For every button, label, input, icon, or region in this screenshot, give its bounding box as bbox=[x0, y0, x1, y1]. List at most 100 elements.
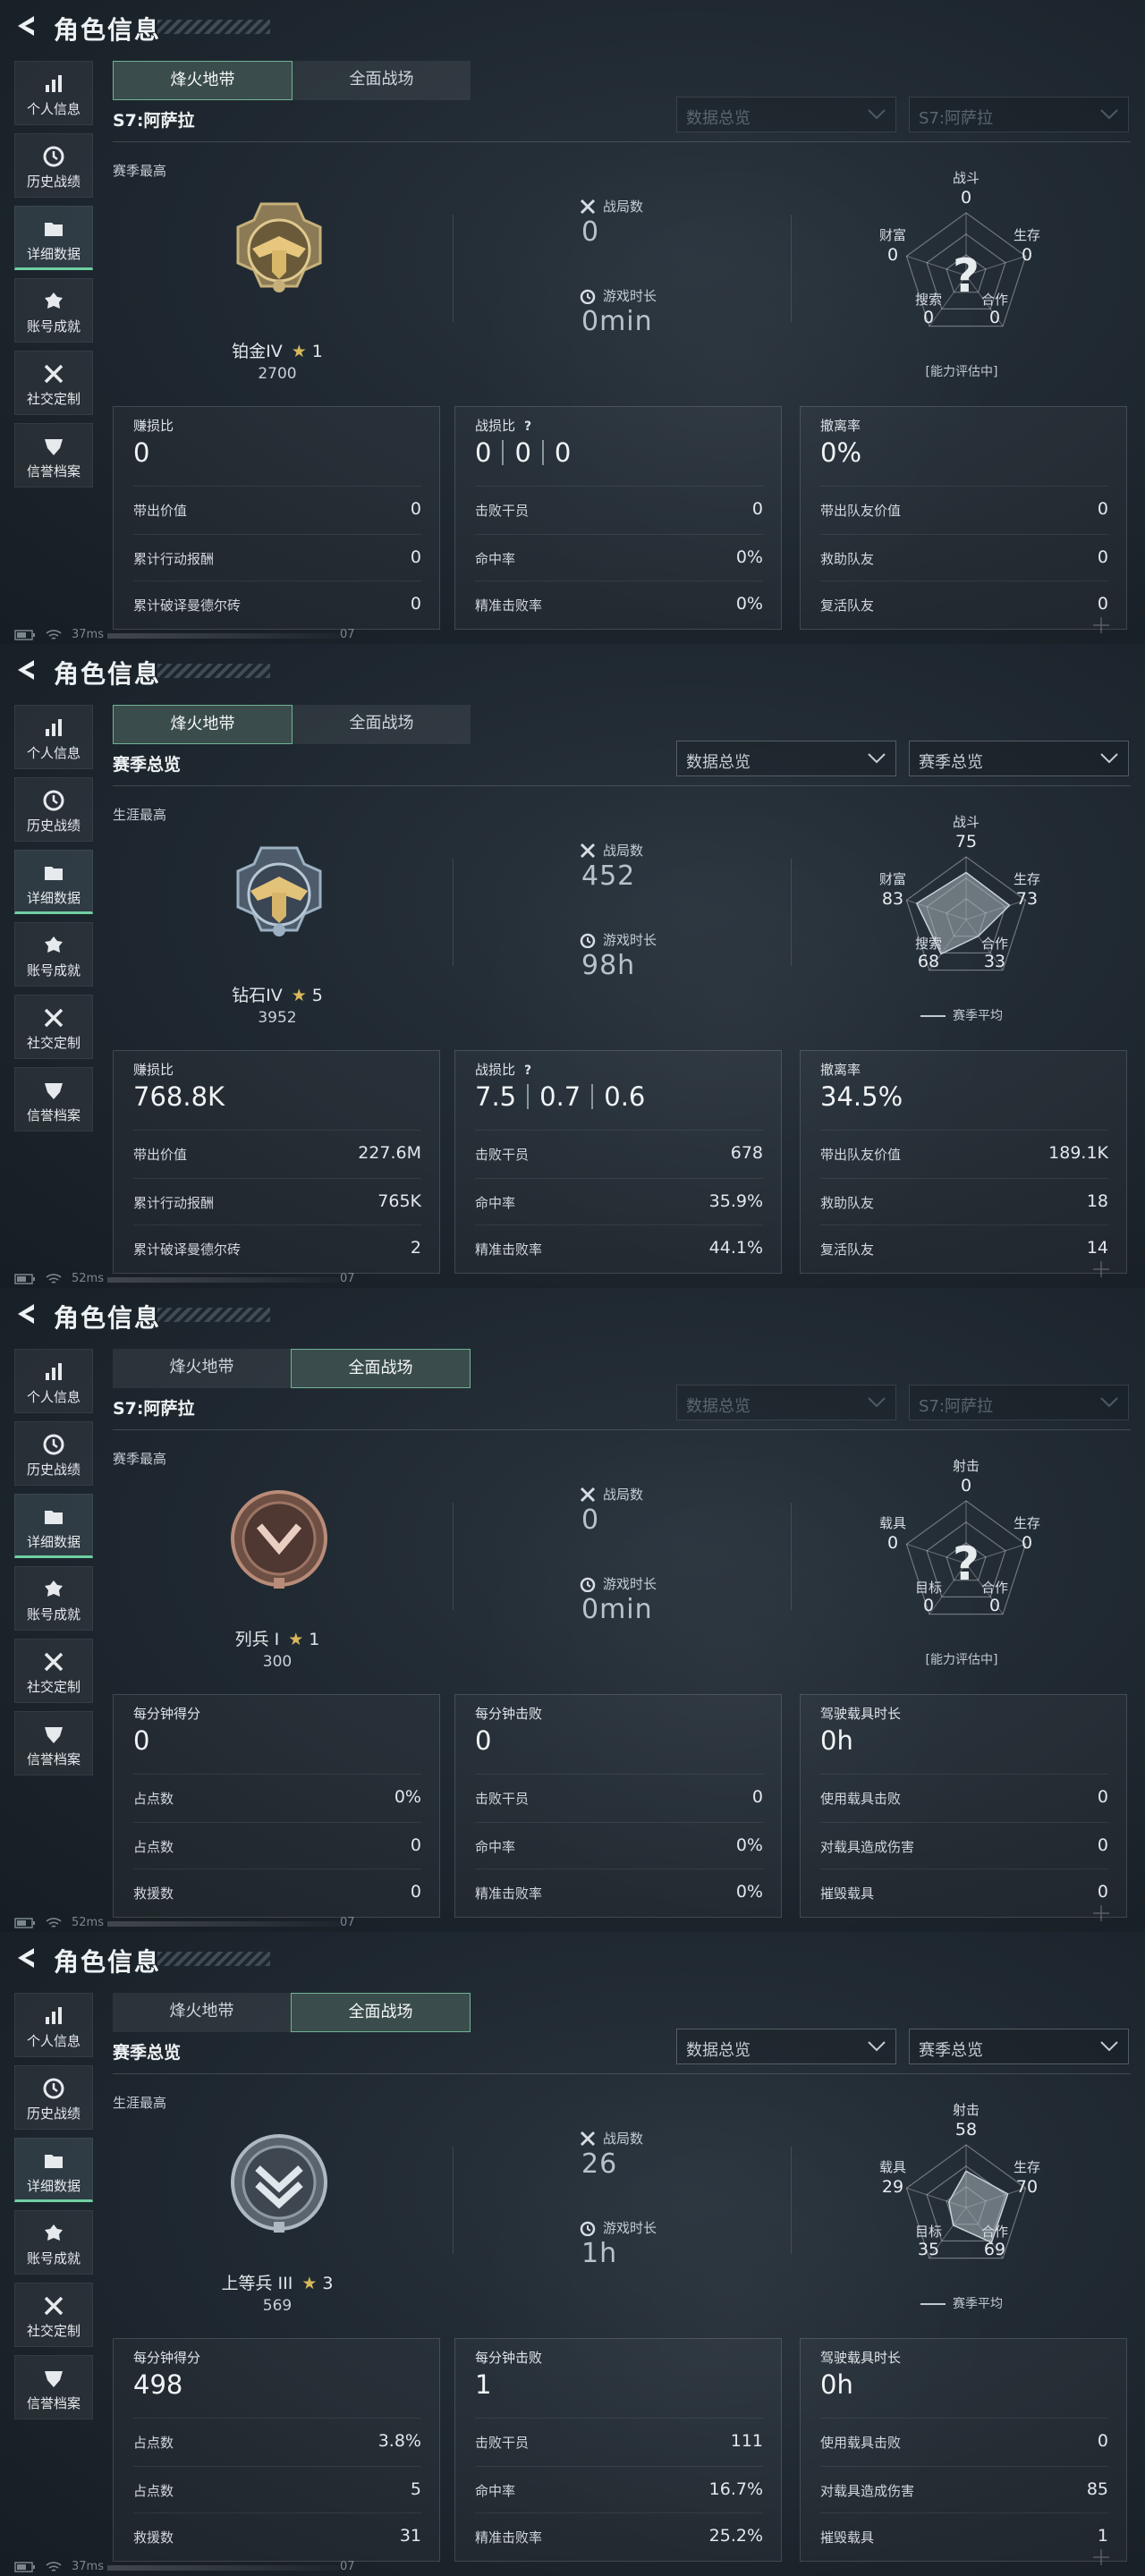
timer-icon bbox=[580, 289, 596, 304]
radar-status-note: [能力评估中] bbox=[925, 365, 998, 379]
sidebar-item-reputation[interactable]: 信誉档案 bbox=[14, 1067, 93, 1131]
stat-row-label: 使用载具击败 bbox=[820, 1791, 902, 1807]
data-type-dropdown[interactable]: 数据总览 bbox=[676, 1385, 896, 1420]
stat-row-label: 精准击败率 bbox=[475, 2529, 543, 2546]
help-icon[interactable]: ? bbox=[524, 1063, 531, 1078]
sidebar-item-label: 个人信息 bbox=[26, 1389, 81, 1405]
sidebar: 个人信息 历史战绩 详细数据 账号成就 社交定制 信誉档案 bbox=[14, 1993, 93, 2428]
back-arrow-icon[interactable] bbox=[13, 1301, 39, 1327]
back-arrow-icon[interactable] bbox=[13, 657, 39, 683]
sidebar-item-label: 信誉档案 bbox=[26, 2395, 81, 2411]
sidebar-item-reputation[interactable]: 信誉档案 bbox=[14, 2355, 93, 2419]
radar-axis-value: 35 bbox=[917, 2240, 940, 2259]
sidebar-item-social[interactable]: 社交定制 bbox=[14, 2283, 93, 2347]
radar-axis-label: 目标 bbox=[914, 2224, 942, 2240]
stat-row-label: 对载具造成伤害 bbox=[820, 2483, 915, 2499]
sidebar-item-social[interactable]: 社交定制 bbox=[14, 995, 93, 1059]
data-type-dropdown[interactable]: 数据总览 bbox=[676, 97, 896, 132]
sidebar-item-history[interactable]: 历史战绩 bbox=[14, 2065, 93, 2130]
sidebar-item-history[interactable]: 历史战绩 bbox=[14, 133, 93, 198]
radar-axis-label: 合作 bbox=[980, 1580, 1008, 1596]
sidebar-item-history[interactable]: 历史战绩 bbox=[14, 777, 93, 842]
stat-row-label: 救援数 bbox=[133, 2529, 174, 2546]
sidebar-item-achievements[interactable]: 账号成就 bbox=[14, 278, 93, 343]
tab-extraction[interactable]: 烽火地带 bbox=[113, 1349, 291, 1388]
sidebar-item-profile[interactable]: 个人信息 bbox=[14, 1993, 93, 2057]
sidebar-item-reputation[interactable]: 信誉档案 bbox=[14, 1711, 93, 1775]
sidebar-item-label: 个人信息 bbox=[26, 2033, 81, 2049]
tab-warfare[interactable]: 全面战场 bbox=[291, 1349, 471, 1388]
stat-row: 命中率 0% bbox=[475, 534, 763, 581]
shield-icon bbox=[15, 435, 92, 458]
stat-row-value: 0 bbox=[1097, 1882, 1108, 1902]
matches-label: 战局数 bbox=[603, 199, 644, 215]
sidebar-item-profile[interactable]: 个人信息 bbox=[14, 705, 93, 769]
folder-icon bbox=[15, 217, 92, 241]
stat-card: 战损比? 0 0 0 击败干员 0 命中率 0% 精准击败率 0% bbox=[454, 406, 782, 630]
season-dropdown[interactable]: 赛季总览 bbox=[909, 741, 1129, 776]
sidebar-item-history[interactable]: 历史战绩 bbox=[14, 1421, 93, 1486]
sidebar-item-social[interactable]: 社交定制 bbox=[14, 351, 93, 415]
status-page: 07 bbox=[340, 1916, 355, 1929]
card-main-value: 1 bbox=[475, 2369, 492, 2400]
card-title: 撤离率 bbox=[820, 418, 861, 434]
mode-tabs: 烽火地带 全面战场 bbox=[113, 1993, 471, 2032]
radar-axis-value: 68 bbox=[917, 952, 940, 971]
sidebar-item-label: 账号成就 bbox=[26, 318, 81, 335]
radar-legend-label: 赛季平均 bbox=[953, 2297, 1003, 2311]
tools-icon bbox=[15, 2294, 92, 2318]
divider bbox=[791, 2147, 792, 2254]
corporal-badge bbox=[225, 2129, 333, 2236]
star-icon: ★ bbox=[291, 986, 307, 1005]
shield-icon bbox=[15, 2367, 92, 2390]
sidebar-item-social[interactable]: 社交定制 bbox=[14, 1639, 93, 1703]
stat-row: 累计行动报酬 0 bbox=[133, 534, 421, 581]
sidebar-item-details[interactable]: 详细数据 bbox=[14, 850, 93, 914]
tab-extraction[interactable]: 烽火地带 bbox=[113, 61, 293, 100]
sidebar-item-reputation[interactable]: 信誉档案 bbox=[14, 423, 93, 487]
timer-icon bbox=[580, 1577, 596, 1592]
sidebar-item-achievements[interactable]: 账号成就 bbox=[14, 922, 93, 987]
season-dropdown[interactable]: S7:阿萨拉 bbox=[909, 1385, 1129, 1420]
tab-warfare[interactable]: 全面战场 bbox=[293, 705, 471, 744]
status-bar: 37ms 07 bbox=[0, 2558, 376, 2576]
achievement-icon bbox=[15, 934, 92, 957]
data-type-dropdown[interactable]: 数据总览 bbox=[676, 2029, 896, 2064]
stat-row-label: 占点数 bbox=[133, 2435, 174, 2451]
sidebar-item-profile[interactable]: 个人信息 bbox=[14, 1349, 93, 1413]
stat-card: 撤离率 34.5% 带出队友价值 189.1K 救助队友 18 复活队友 14 bbox=[800, 1050, 1127, 1274]
sidebar-item-label: 个人信息 bbox=[26, 745, 81, 761]
sidebar: 个人信息 历史战绩 详细数据 账号成就 社交定制 信誉档案 bbox=[14, 1349, 93, 1784]
back-arrow-icon[interactable] bbox=[13, 1945, 39, 1971]
tab-warfare[interactable]: 全面战场 bbox=[293, 61, 471, 100]
divider bbox=[113, 1429, 1131, 1430]
radar-axis-value: 0 bbox=[886, 245, 899, 265]
sidebar-item-details[interactable]: 详细数据 bbox=[14, 206, 93, 270]
card-main-value: 0% bbox=[820, 437, 862, 468]
ratio-divider bbox=[541, 440, 544, 465]
rank-name: 钻石IV bbox=[232, 986, 283, 1005]
stat-row-label: 精准击败率 bbox=[475, 1241, 543, 1258]
rank-name: 铂金IV bbox=[232, 342, 283, 361]
data-type-dropdown[interactable]: 数据总览 bbox=[676, 741, 896, 776]
rank-row: 钻石IV ★ 5 bbox=[179, 982, 376, 1006]
sidebar-item-details[interactable]: 详细数据 bbox=[14, 1494, 93, 1558]
sidebar-item-details[interactable]: 详细数据 bbox=[14, 2138, 93, 2202]
tab-extraction[interactable]: 烽火地带 bbox=[113, 705, 293, 744]
season-label: S7:阿萨拉 bbox=[113, 111, 195, 131]
card-title: 每分钟击败 bbox=[475, 2350, 543, 2366]
help-icon[interactable]: ? bbox=[524, 419, 531, 434]
achievement-icon bbox=[15, 1578, 92, 1601]
sidebar-item-achievements[interactable]: 账号成就 bbox=[14, 1566, 93, 1631]
season-dropdown[interactable]: 赛季总览 bbox=[909, 2029, 1129, 2064]
sidebar-item-label: 详细数据 bbox=[26, 2178, 81, 2194]
season-dropdown[interactable]: S7:阿萨拉 bbox=[909, 97, 1129, 132]
playtime-value: 1h bbox=[581, 2238, 618, 2269]
role-info-panel: 角色信息 个人信息 历史战绩 详细数据 账号成就 社交定制 信誉档案 烽火地带 … bbox=[0, 0, 1145, 644]
sidebar-item-achievements[interactable]: 账号成就 bbox=[14, 2210, 93, 2275]
back-arrow-icon[interactable] bbox=[13, 13, 39, 39]
tab-extraction[interactable]: 烽火地带 bbox=[113, 1993, 291, 2032]
stat-card: 战损比? 7.5 0.7 0.6 击败干员 678 命中率 35.9% 精准击败率 4… bbox=[454, 1050, 782, 1274]
sidebar-item-profile[interactable]: 个人信息 bbox=[14, 61, 93, 125]
tab-warfare[interactable]: 全面战场 bbox=[291, 1993, 471, 2032]
